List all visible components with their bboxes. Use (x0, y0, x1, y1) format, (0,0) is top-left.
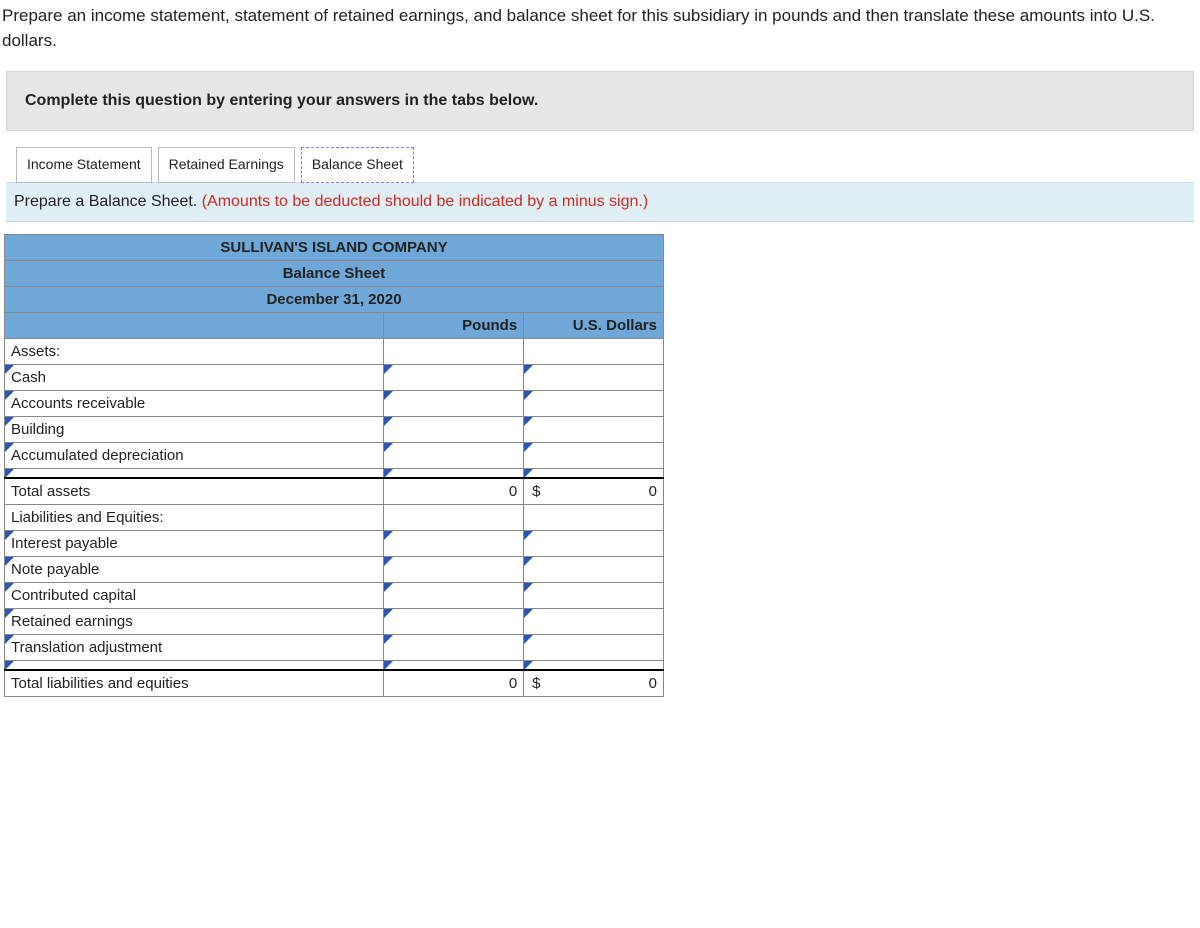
completion-banner: Complete this question by entering your … (6, 71, 1194, 131)
asset-row-label[interactable]: Cash (5, 364, 384, 390)
total-liabilities-label: Total liabilities and equities (5, 670, 384, 697)
tab-balance-sheet[interactable]: Balance Sheet (301, 147, 414, 183)
asset-pounds-input[interactable] (384, 468, 524, 478)
pounds-col-header: Pounds (384, 312, 524, 338)
liability-row-label[interactable]: Translation adjustment (5, 634, 384, 660)
assets-section-header: Assets: (5, 338, 384, 364)
liability-dollars-input[interactable] (524, 582, 664, 608)
total-assets-dollars-value: 0 (541, 483, 657, 500)
asset-dollars-input[interactable] (524, 364, 664, 390)
blank-cell (524, 504, 664, 530)
asset-row-label[interactable]: Building (5, 416, 384, 442)
sheet-date: December 31, 2020 (5, 286, 664, 312)
liability-row-label[interactable]: Note payable (5, 556, 384, 582)
asset-row-label[interactable]: Accounts receivable (5, 390, 384, 416)
total-liabilities-dollars: $ 0 (524, 670, 664, 697)
total-assets-dollars: $ 0 (524, 478, 664, 505)
hint-bar: Prepare a Balance Sheet. (Amounts to be … (6, 182, 1194, 222)
total-assets-label: Total assets (5, 478, 384, 505)
asset-pounds-input[interactable] (384, 364, 524, 390)
liabilities-section-header: Liabilities and Equities: (5, 504, 384, 530)
tab-row: Income Statement Retained Earnings Balan… (16, 147, 1200, 183)
asset-dollars-input[interactable] (524, 416, 664, 442)
blank-cell (524, 338, 664, 364)
liability-pounds-input[interactable] (384, 660, 524, 670)
liability-row-label[interactable] (5, 660, 384, 670)
question-instructions: Prepare an income statement, statement o… (0, 0, 1200, 71)
sheet-title: Balance Sheet (5, 260, 664, 286)
asset-pounds-input[interactable] (384, 390, 524, 416)
asset-row-label[interactable]: Accumulated depreciation (5, 442, 384, 468)
liability-pounds-input[interactable] (384, 608, 524, 634)
liability-dollars-input[interactable] (524, 608, 664, 634)
hint-warning: (Amounts to be deducted should be indica… (202, 193, 649, 210)
asset-dollars-input[interactable] (524, 390, 664, 416)
blank-col-header (5, 312, 384, 338)
hint-prefix: Prepare a Balance Sheet. (14, 193, 202, 210)
liability-dollars-input[interactable] (524, 634, 664, 660)
asset-pounds-input[interactable] (384, 416, 524, 442)
liability-pounds-input[interactable] (384, 634, 524, 660)
dollars-col-header: U.S. Dollars (524, 312, 664, 338)
blank-cell (384, 504, 524, 530)
liability-pounds-input[interactable] (384, 556, 524, 582)
liability-pounds-input[interactable] (384, 530, 524, 556)
currency-symbol: $ (530, 675, 540, 692)
liability-dollars-input[interactable] (524, 660, 664, 670)
asset-row-label[interactable] (5, 468, 384, 478)
liability-row-label[interactable]: Retained earnings (5, 608, 384, 634)
balance-sheet-table: SULLIVAN'S ISLAND COMPANY Balance Sheet … (4, 234, 664, 697)
tab-retained-earnings[interactable]: Retained Earnings (158, 147, 295, 183)
liability-dollars-input[interactable] (524, 556, 664, 582)
blank-cell (384, 338, 524, 364)
tab-income-statement[interactable]: Income Statement (16, 147, 152, 183)
asset-pounds-input[interactable] (384, 442, 524, 468)
liability-row-label[interactable]: Contributed capital (5, 582, 384, 608)
liability-dollars-input[interactable] (524, 530, 664, 556)
company-header: SULLIVAN'S ISLAND COMPANY (5, 234, 664, 260)
liability-pounds-input[interactable] (384, 582, 524, 608)
asset-dollars-input[interactable] (524, 442, 664, 468)
currency-symbol: $ (530, 483, 540, 500)
total-liabilities-dollars-value: 0 (541, 675, 657, 692)
total-assets-pounds: 0 (384, 478, 524, 505)
total-liabilities-pounds: 0 (384, 670, 524, 697)
liability-row-label[interactable]: Interest payable (5, 530, 384, 556)
asset-dollars-input[interactable] (524, 468, 664, 478)
